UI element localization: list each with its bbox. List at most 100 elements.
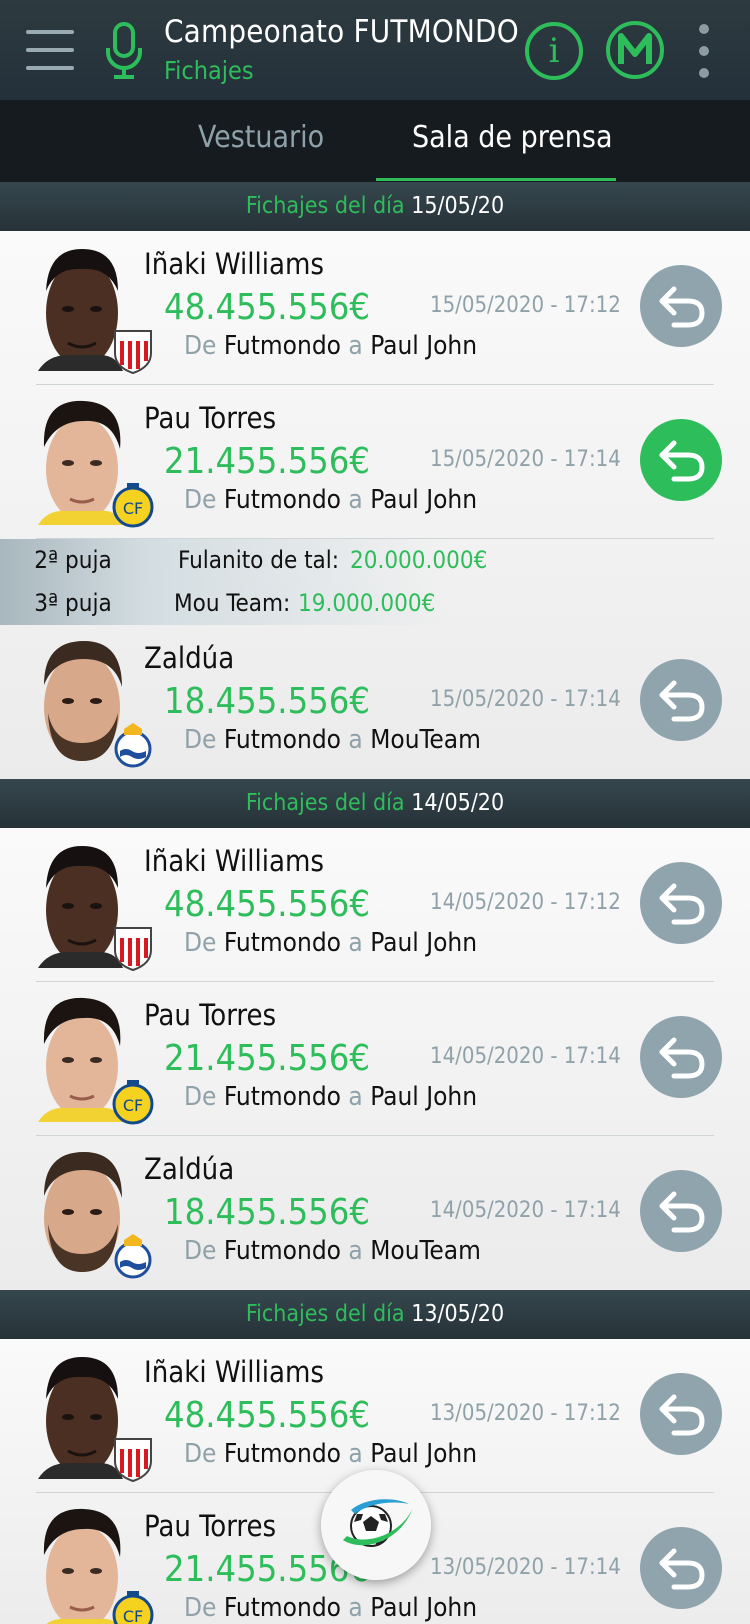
undo-icon — [659, 883, 705, 925]
undo-transfer-button[interactable] — [640, 419, 722, 501]
route-to: MouTeam — [370, 725, 481, 755]
player-photo — [38, 1357, 123, 1479]
route-from: Futmondo — [223, 331, 341, 361]
bid-rank: 2ª puja — [0, 539, 146, 582]
route-from: Futmondo — [223, 485, 341, 515]
route-to: Paul John — [370, 331, 478, 361]
transfer-datetime: 15/05/2020 - 17:12 — [430, 293, 621, 318]
route-to-prefix: a — [348, 485, 363, 515]
undo-transfer-button[interactable] — [640, 659, 722, 741]
route-from-prefix: De — [184, 1439, 217, 1469]
transfer-price: 48.455.556€ — [164, 884, 370, 925]
player-photo — [43, 1508, 121, 1624]
svg-text:CF: CF — [123, 1096, 143, 1115]
undo-icon — [659, 1191, 705, 1233]
route-from-prefix: De — [184, 1082, 217, 1112]
bid-bidder: Mou Team: — [174, 589, 291, 617]
route-from: Futmondo — [223, 1593, 341, 1623]
day-transfers: Iñaki Williams 48.455.556€ 14/05/2020 - 17… — [0, 828, 750, 1290]
transfer-route: De Futmondo a Paul John — [184, 1439, 477, 1469]
transfer-row: Iñaki Williams 48.455.556€ 15/05/2020 - 17… — [0, 231, 750, 385]
villarreal-badge-icon: CF — [112, 483, 154, 528]
transfers-list: Fichajes del día 15/05/20 Iñaki Williams 4… — [0, 182, 750, 1624]
villarreal-badge-icon: CF — [112, 1080, 154, 1125]
transfer-datetime: 15/05/2020 - 17:14 — [430, 687, 621, 712]
transfer-route: De Futmondo a Paul John — [184, 928, 477, 958]
day-header: Fichajes del día 13/05/20 — [0, 1290, 750, 1339]
route-from: Futmondo — [223, 1439, 341, 1469]
page-subtitle: Fichajes — [164, 56, 254, 85]
transfer-price: 21.455.556€ — [164, 1038, 370, 1079]
menu-icon[interactable] — [26, 30, 74, 70]
tab-sala-de-prensa[interactable]: Sala de prensa — [412, 120, 613, 155]
undo-transfer-button[interactable] — [640, 265, 722, 347]
route-from-prefix: De — [184, 928, 217, 958]
player-name: Pau Torres — [144, 401, 277, 435]
day-header: Fichajes del día 15/05/20 — [0, 182, 750, 231]
route-to: Paul John — [370, 485, 478, 515]
transfer-route: De Futmondo a Paul John — [184, 1593, 477, 1623]
day-header-label: Fichajes del día — [245, 1301, 405, 1327]
route-to-prefix: a — [348, 928, 363, 958]
day-transfers: Iñaki Williams 48.455.556€ 15/05/2020 - 17… — [0, 231, 750, 779]
undo-transfer-button[interactable] — [640, 1016, 722, 1098]
route-from-prefix: De — [184, 725, 217, 755]
undo-transfer-button[interactable] — [640, 862, 722, 944]
transfer-route: De Futmondo a Paul John — [184, 331, 477, 361]
route-to-prefix: a — [348, 1082, 363, 1112]
route-to-prefix: a — [348, 1439, 363, 1469]
day-header-label: Fichajes del día — [245, 790, 405, 816]
athletic-club-badge-icon — [114, 1438, 152, 1483]
player-photo — [38, 249, 123, 371]
player-photo — [38, 846, 123, 968]
svg-text:CF: CF — [123, 1607, 143, 1624]
player-name: Zaldúa — [144, 641, 235, 675]
route-from-prefix: De — [184, 485, 217, 515]
undo-icon — [659, 1548, 705, 1590]
more-options-icon[interactable] — [694, 24, 714, 80]
route-to-prefix: a — [348, 331, 363, 361]
route-from: Futmondo — [223, 1082, 341, 1112]
transfer-datetime: 15/05/2020 - 17:14 — [430, 447, 621, 472]
transfer-datetime: 13/05/2020 - 17:12 — [430, 1401, 621, 1426]
undo-icon — [659, 1394, 705, 1436]
transfer-datetime: 14/05/2020 - 17:12 — [430, 890, 621, 915]
transfer-route: De Futmondo a MouTeam — [184, 1236, 481, 1266]
player-photo — [38, 400, 123, 525]
bid-row: 2ª puja Fulanito de tal: 20.000.000€ — [0, 539, 750, 582]
transfer-datetime: 13/05/2020 - 17:14 — [430, 1555, 621, 1580]
player-name: Iñaki Williams — [144, 1355, 325, 1389]
route-to: Paul John — [370, 1593, 478, 1623]
transfer-datetime: 14/05/2020 - 17:14 — [430, 1044, 621, 1069]
route-from-prefix: De — [184, 1593, 217, 1623]
player-name: Pau Torres — [144, 1509, 277, 1543]
football-fab-button[interactable] — [321, 1470, 431, 1580]
active-tab-indicator — [376, 178, 616, 181]
info-button[interactable]: i — [525, 22, 583, 80]
player-photo — [44, 1152, 122, 1272]
undo-transfer-button[interactable] — [640, 1170, 722, 1252]
day-header-date: 13/05/20 — [411, 1301, 505, 1327]
futmondo-logo-icon[interactable] — [605, 20, 665, 80]
day-header: Fichajes del día 14/05/20 — [0, 779, 750, 828]
undo-icon — [659, 440, 705, 482]
undo-transfer-button[interactable] — [640, 1527, 722, 1609]
bid-bidder: Fulanito de tal: — [178, 546, 340, 574]
route-from-prefix: De — [184, 331, 217, 361]
microphone-icon — [106, 22, 142, 79]
player-photo — [44, 641, 122, 761]
undo-transfer-button[interactable] — [640, 1373, 722, 1455]
route-to-prefix: a — [348, 725, 363, 755]
real-sociedad-badge-icon — [114, 1234, 152, 1279]
player-name: Pau Torres — [144, 998, 277, 1032]
player-name: Zaldúa — [144, 1152, 235, 1186]
transfer-route: De Futmondo a Paul John — [184, 485, 477, 515]
tab-vestuario[interactable]: Vestuario — [198, 120, 324, 155]
transfer-row: CF Pau Torres 21.455.556€ 14/05/2020 - 17:1… — [0, 982, 750, 1136]
tab-bar: Vestuario Sala de prensa — [0, 100, 750, 182]
player-name: Iñaki Williams — [144, 247, 325, 281]
svg-text:CF: CF — [123, 499, 143, 518]
day-header-date: 15/05/20 — [411, 193, 505, 219]
route-from: Futmondo — [223, 1236, 341, 1266]
transfer-price: 18.455.556€ — [164, 1192, 370, 1233]
